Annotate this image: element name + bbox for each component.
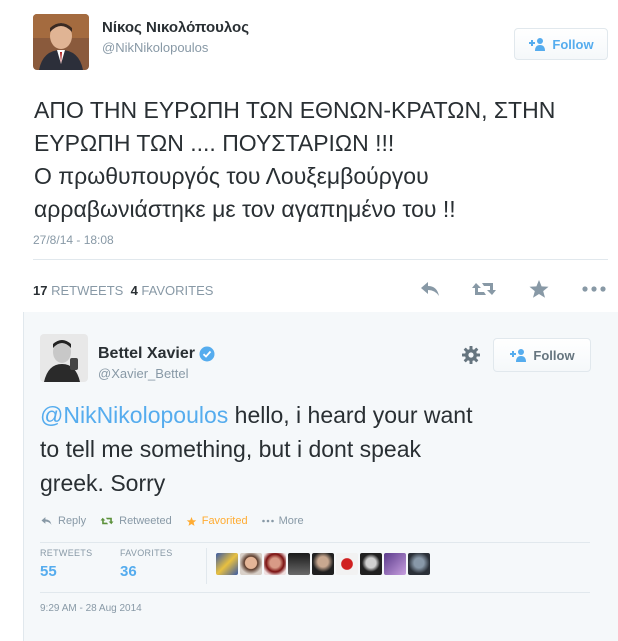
favoriter-avatar[interactable] [264, 553, 286, 575]
gear-icon [462, 346, 480, 364]
tweet-text: ΑΠΟ ΤΗΝ ΕΥΡΩΠΗ ΤΩΝ ΕΘΝΩΝ-ΚΡΑΤΩΝ, ΣΤΗΝ ΕΥ… [34, 94, 604, 226]
favorites-stat-label: FAVORITES [120, 548, 173, 558]
tweet-text-line: ΕΥΡΩΠΗ ΤΩΝ .... ΠΟΥΣΤΑΡΙΩΝ !!! [34, 130, 395, 156]
more-button[interactable] [580, 278, 608, 300]
tweet-text-fragment: hello, i heard your want [228, 402, 473, 428]
add-user-icon [510, 349, 527, 362]
retweets-label[interactable]: RETWEETS [51, 283, 123, 298]
reply-button[interactable] [416, 278, 444, 300]
tweet-timestamp[interactable]: 27/8/14 - 18:08 [33, 233, 114, 247]
more-action[interactable]: More [261, 515, 304, 527]
favorites-count[interactable]: 36 [120, 563, 137, 580]
favorited-action[interactable]: Favorited [186, 515, 248, 527]
tweet-text-line: to tell me something, but i dont speak [40, 436, 421, 462]
add-user-icon [529, 38, 546, 51]
tweet-text-line: greek. Sorry [40, 470, 166, 496]
more-label: More [278, 515, 304, 527]
favoriter-avatar[interactable] [288, 553, 310, 575]
tweet-text-line: ΑΠΟ ΤΗΝ ΕΥΡΩΠΗ ΤΩΝ ΕΘΝΩΝ-ΚΡΑΤΩΝ, ΣΤΗΝ [34, 97, 556, 123]
tweet-text-line: Ο πρωθυπουργός του Λουξεμβούργου [34, 163, 429, 189]
avatar-image [40, 334, 88, 382]
follow-label: Follow [533, 347, 575, 363]
tweet-timestamp[interactable]: 9:29 AM - 28 Aug 2014 [40, 603, 142, 614]
favorite-button[interactable] [525, 278, 553, 300]
mention-link[interactable]: @NikNikolopoulos [40, 402, 228, 428]
tweet-card-1: Νίκος Νικολόπουλος @NikNikolopoulos Foll… [0, 0, 618, 312]
favoriter-avatar[interactable] [360, 553, 382, 575]
tweet-stats: 17 RETWEETS 4 FAVORITES [33, 283, 213, 298]
more-dots-icon [261, 519, 274, 523]
divider [206, 548, 207, 584]
author-handle[interactable]: @Xavier_Bettel [98, 366, 189, 381]
reply-action[interactable]: Reply [40, 515, 86, 527]
divider [33, 259, 608, 260]
favoriter-avatar[interactable] [240, 553, 262, 575]
favoriter-avatar[interactable] [408, 553, 430, 575]
favoriter-avatars [216, 553, 430, 575]
favorite-star-icon [186, 516, 196, 526]
favoriter-avatar[interactable] [336, 553, 358, 575]
tweet-text: @NikNikolopoulos hello, i heard your wan… [40, 398, 610, 500]
verified-badge-icon [199, 346, 215, 362]
avatar[interactable] [33, 14, 89, 70]
settings-button[interactable] [460, 344, 482, 366]
retweeted-label: Retweeted [119, 515, 172, 527]
favorited-label: Favorited [201, 515, 248, 527]
avatar[interactable] [40, 334, 88, 382]
favorite-star-icon [529, 280, 549, 298]
retweet-icon [100, 517, 114, 525]
retweets-count[interactable]: 55 [40, 563, 57, 580]
reply-label: Reply [58, 515, 87, 527]
tweet-text-line: αρραβωνιάστηκε με τον αγαπημένο του !! [34, 196, 456, 222]
favoriter-avatar[interactable] [312, 553, 334, 575]
favorites-count[interactable]: 4 [131, 283, 138, 298]
author-name[interactable]: Bettel Xavier [98, 345, 195, 363]
tweet-text-line: @NikNikolopoulos hello, i heard your wan… [40, 398, 610, 432]
favoriter-avatar[interactable] [384, 553, 406, 575]
tweet-card-2: Bettel Xavier @Xavier_Bettel Follow @Nik… [24, 312, 618, 641]
reply-icon [421, 282, 439, 296]
follow-label: Follow [552, 36, 594, 52]
avatar-image [33, 14, 89, 70]
divider [40, 542, 590, 543]
author-name-row: Bettel Xavier [98, 345, 215, 363]
retweets-stat-label: RETWEETS [40, 548, 93, 558]
follow-button[interactable]: Follow [514, 28, 608, 60]
divider [40, 592, 590, 593]
favorites-label[interactable]: FAVORITES [141, 283, 213, 298]
author-name[interactable]: Νίκος Νικολόπουλος [102, 19, 249, 36]
follow-button[interactable]: Follow [493, 338, 591, 372]
retweet-icon [472, 283, 496, 295]
reply-icon [41, 517, 52, 525]
favoriter-avatar[interactable] [216, 553, 238, 575]
retweet-button[interactable] [470, 278, 498, 300]
more-dots-icon [582, 286, 606, 292]
author-handle[interactable]: @NikNikolopoulos [102, 40, 208, 55]
tweet-actions: Reply Retweeted Favorited More [40, 515, 304, 527]
retweets-count[interactable]: 17 [33, 283, 47, 298]
retweeted-action[interactable]: Retweeted [100, 515, 172, 527]
